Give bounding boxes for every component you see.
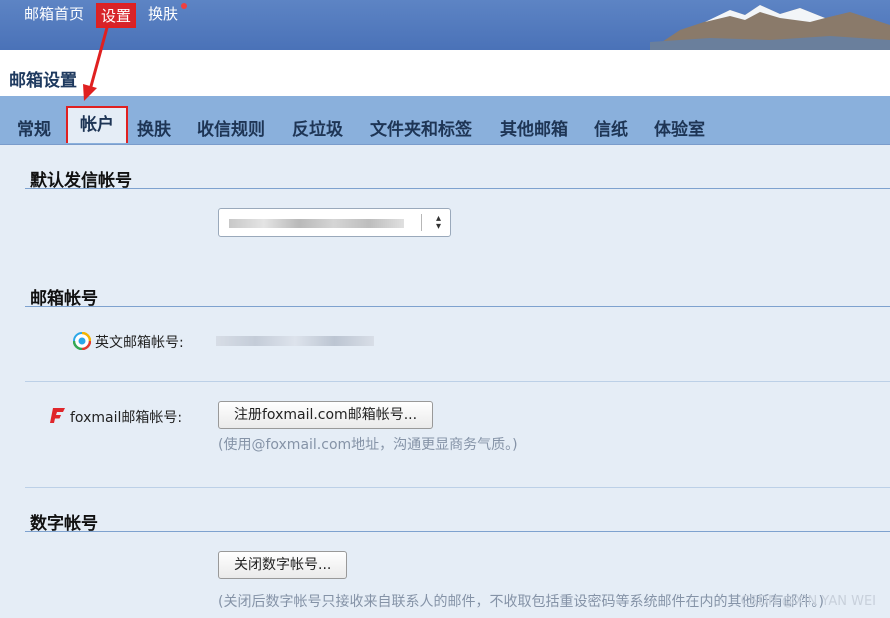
- tab-general[interactable]: 常规: [17, 115, 51, 140]
- row-divider: [25, 487, 890, 488]
- tab-account[interactable]: 帐户: [66, 106, 128, 143]
- tab-other-mailbox[interactable]: 其他邮箱: [500, 115, 568, 140]
- settings-link[interactable]: 设置: [96, 3, 137, 28]
- foxmail-icon: [50, 408, 65, 423]
- notification-dot: [181, 3, 187, 9]
- row-divider: [25, 381, 890, 382]
- section-divider: [25, 531, 890, 532]
- tab-stationery[interactable]: 信纸: [594, 115, 628, 140]
- tab-folders-labels[interactable]: 文件夹和标签: [370, 115, 472, 140]
- qq-mail-icon: [73, 332, 91, 350]
- section-divider: [25, 188, 890, 189]
- mail-home-link[interactable]: 邮箱首页: [24, 3, 84, 24]
- page-title: 邮箱设置: [9, 71, 77, 91]
- tab-mail-rules[interactable]: 收信规则: [197, 115, 265, 140]
- top-bar: 邮箱首页 设置 换肤: [0, 0, 890, 50]
- tab-skin[interactable]: 换肤: [137, 115, 171, 140]
- blurred-account-value: [229, 219, 404, 228]
- blurred-english-account: [216, 336, 374, 346]
- updown-arrow-icon: ▴ ▾: [435, 213, 441, 232]
- mountain-banner-image: [650, 5, 890, 50]
- tab-lab[interactable]: 体验室: [654, 115, 705, 140]
- watermark: CSDN @XIN YAN WEI: [740, 594, 876, 609]
- select-separator: [421, 214, 422, 231]
- skin-link[interactable]: 换肤: [148, 3, 178, 24]
- register-foxmail-button[interactable]: 注册foxmail.com邮箱帐号...: [218, 401, 434, 429]
- close-digital-account-button[interactable]: 关闭数字帐号...: [218, 551, 348, 579]
- foxmail-hint: (使用@foxmail.com地址，沟通更显商务气质。): [218, 437, 518, 453]
- default-sender-select[interactable]: ▴ ▾: [218, 208, 451, 237]
- foxmail-account-label: foxmail邮箱帐号:: [70, 410, 183, 426]
- english-account-label: 英文邮箱帐号:: [95, 335, 184, 351]
- title-bar: [0, 50, 890, 96]
- settings-tab-bar: 常规 帐户 换肤 收信规则 反垃圾 文件夹和标签 其他邮箱 信纸 体验室: [0, 96, 890, 145]
- digital-account-hint: (关闭后数字帐号只接收来自联系人的邮件，不收取包括重设密码等系统邮件在内的其他所…: [218, 594, 824, 610]
- tab-anti-spam[interactable]: 反垃圾: [292, 115, 343, 140]
- section-divider: [25, 306, 890, 307]
